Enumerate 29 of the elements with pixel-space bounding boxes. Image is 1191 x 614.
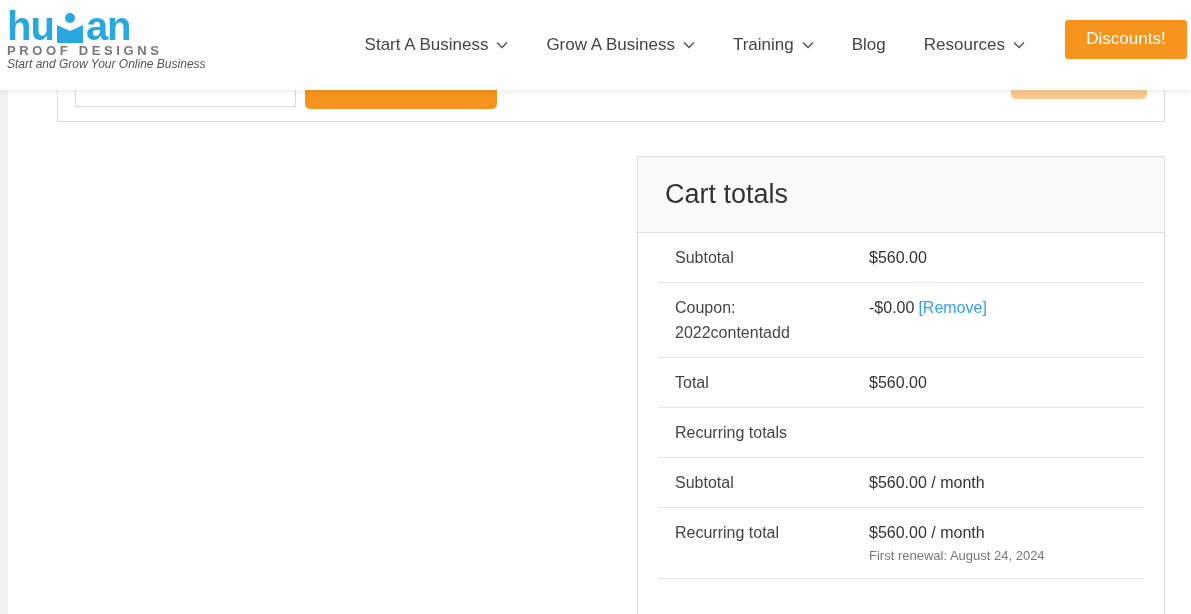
row-value: $560.00 / month (869, 473, 985, 493)
row-label: Total (675, 373, 710, 393)
row-value: -$0.00 (869, 298, 915, 318)
row-value: $560.00 (869, 373, 927, 393)
row-label: Subtotal (675, 473, 735, 493)
chevron-down-icon (801, 41, 814, 49)
row-label: Subtotal (675, 248, 735, 268)
logo-subtitle: PROOF DESIGNS (7, 44, 164, 57)
nav-link[interactable]: Grow A Business (546, 32, 675, 58)
row-label: Recurring total (675, 523, 781, 543)
row-label: Recurring totals (675, 423, 789, 443)
logo-text: hu (7, 6, 54, 46)
nav-link[interactable]: Blog (851, 32, 886, 58)
row-value: $560.00 / month (869, 523, 985, 543)
chevron-down-icon (496, 41, 509, 49)
person-icon (54, 13, 85, 43)
row-label: Coupon: 2022contentadd (675, 298, 791, 343)
chevron-down-icon (682, 41, 695, 49)
renewal-note: First renewal: August 24, 2024 (869, 547, 1046, 565)
coupon-code-field[interactable] (75, 90, 296, 107)
chevron-down-icon (1013, 41, 1025, 49)
cart-totals-title: Cart totals (665, 178, 789, 212)
nav-link[interactable]: Training (732, 32, 794, 58)
row-value: $560.00 (869, 248, 927, 268)
logo-tagline: Start and Grow Your Online Business (7, 57, 206, 72)
nav-link[interactable]: Start A Business (364, 32, 489, 58)
logo-text: an (85, 6, 131, 46)
nav-link[interactable]: Resources (923, 32, 1005, 58)
apply-coupon-button[interactable] (305, 90, 497, 109)
